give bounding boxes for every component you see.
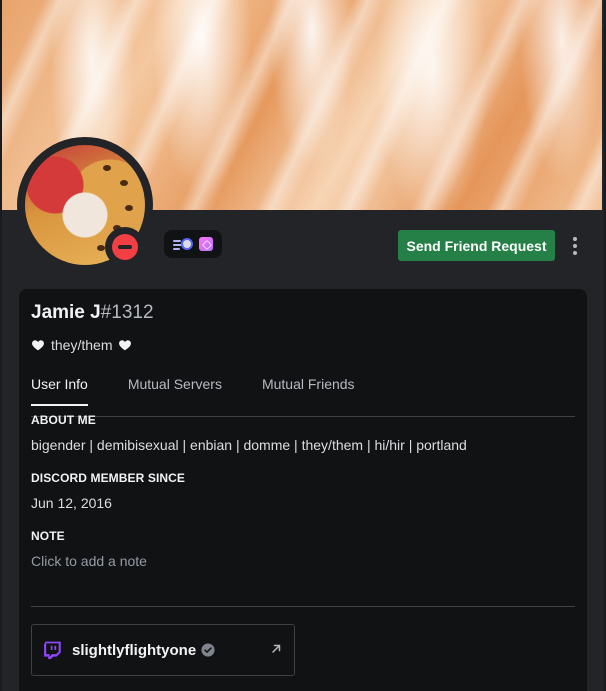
badge-list [164,230,222,258]
twitch-icon [44,641,61,660]
profile-tabs: User Info Mutual Servers Mutual Friends [31,376,355,406]
username: Jamie J#1312 [31,302,154,324]
twitch-connection[interactable]: slightlyflightyone [31,624,295,676]
section-divider [31,606,575,607]
heart-icon [31,338,45,352]
note-input[interactable]: Click to add a note [31,553,147,569]
more-options-icon[interactable] [567,231,583,261]
about-me-text: bigender | demibisexual | enbian | domme… [31,437,467,453]
speed-badge-icon[interactable] [173,237,193,251]
connection-name: slightlyflightyone [72,641,197,659]
username-name: Jamie J [31,302,101,323]
tabs-divider [31,416,575,417]
verified-icon [201,643,215,657]
pronouns-text: they/them [51,337,113,353]
tab-mutual-servers[interactable]: Mutual Servers [128,376,222,406]
about-me-heading: ABOUT ME [31,413,96,427]
member-since-heading: DISCORD MEMBER SINCE [31,471,186,485]
dnd-status-icon [112,234,138,260]
external-link-icon[interactable] [270,643,282,655]
nitro-badge-icon[interactable] [199,237,213,251]
tab-mutual-friends[interactable]: Mutual Friends [262,376,355,406]
pronouns: they/them [31,337,132,353]
send-friend-request-button[interactable]: Send Friend Request [398,230,555,261]
tab-user-info[interactable]: User Info [31,376,88,406]
member-since-date: Jun 12, 2016 [31,495,112,511]
note-heading: NOTE [31,529,65,543]
heart-icon [118,338,132,352]
discriminator: #1312 [100,302,154,323]
